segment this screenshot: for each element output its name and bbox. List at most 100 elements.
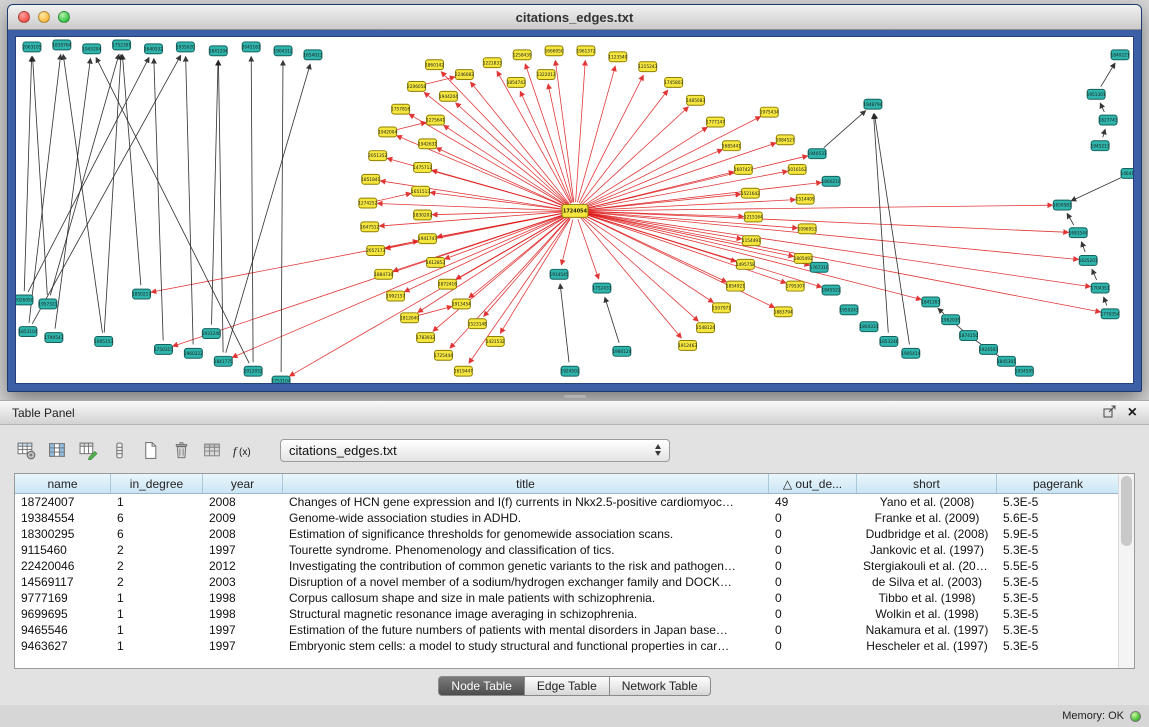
graph-node[interactable]: 1123540: [608, 52, 627, 62]
graph-node[interactable]: 1096953: [798, 224, 817, 234]
graph-node[interactable]: 1841204: [209, 46, 228, 56]
scrollbar-thumb[interactable]: [1121, 476, 1132, 546]
table-row[interactable]: 977716911998Corpus callosum shape and si…: [15, 590, 1119, 606]
table-row[interactable]: 1830029562008Estimation of significance …: [15, 526, 1119, 542]
function-builder-icon[interactable]: f(x): [231, 438, 255, 462]
graph-node[interactable]: 2012052: [244, 366, 263, 376]
graph-node[interactable]: 1884730: [374, 269, 393, 279]
graph-node[interactable]: 2057173: [366, 246, 385, 256]
column-header-out-de[interactable]: △ out_de...: [769, 474, 857, 493]
graph-node[interactable]: 1841775: [214, 356, 233, 366]
create-column-icon[interactable]: [138, 438, 162, 462]
import-table-icon[interactable]: [200, 438, 224, 462]
graph-node[interactable]: 1666950: [545, 46, 564, 56]
graph-node[interactable]: 1941747: [418, 234, 437, 244]
graph-node[interactable]: 1934505: [1015, 366, 1034, 376]
graph-node[interactable]: 1950243: [840, 305, 859, 315]
graph-node[interactable]: 1853246: [879, 337, 898, 347]
graph-node[interactable]: 1960222: [184, 348, 203, 358]
graph-node[interactable]: 1640532: [144, 44, 163, 54]
graph-node[interactable]: 1931246: [202, 329, 221, 339]
graph-node[interactable]: 1945204: [82, 44, 101, 54]
graph-node[interactable]: 1850217: [132, 289, 151, 299]
graph-node[interactable]: 1625201: [1079, 255, 1098, 265]
graph-node[interactable]: 1790543: [44, 333, 63, 343]
graph-node[interactable]: 1770354: [1101, 309, 1120, 319]
table-row[interactable]: 1456911722003Disruption of a novel membe…: [15, 574, 1119, 590]
graph-node[interactable]: 1827743: [1099, 115, 1118, 125]
graph-node[interactable]: 1830202: [413, 210, 432, 220]
graph-node[interactable]: 1767310: [810, 262, 829, 272]
graph-node[interactable]: 1948794: [863, 99, 882, 109]
column-header-name[interactable]: name: [15, 474, 111, 493]
graph-node[interactable]: 1507971: [712, 303, 731, 313]
graph-node[interactable]: 1750315: [154, 344, 173, 354]
column-header-short[interactable]: short: [857, 474, 997, 493]
graph-node[interactable]: 1757816: [391, 104, 410, 114]
graph-node[interactable]: 1872416: [438, 279, 457, 289]
graph-node[interactable]: 1942004: [378, 127, 397, 137]
graph-node[interactable]: 1275641: [426, 115, 445, 125]
show-columns-icon[interactable]: [45, 438, 69, 462]
graph-node[interactable]: 1654023: [303, 50, 322, 60]
graph-node[interactable]: 1016162: [788, 165, 807, 175]
graph-node[interactable]: 1215243: [638, 62, 657, 72]
graph-node[interactable]: 1475712: [413, 163, 432, 173]
graph-node[interactable]: 1854743: [507, 78, 526, 88]
graph-node[interactable]: 1523148: [468, 319, 487, 329]
graph-node[interactable]: 1975434: [760, 107, 779, 117]
graph-node[interactable]: 1845522: [822, 285, 841, 295]
graph-node[interactable]: 1951301: [1087, 89, 1106, 99]
minimize-window-button[interactable]: [38, 11, 50, 23]
graph-node[interactable]: 1851841: [361, 174, 380, 184]
graph-node[interactable]: 1904312: [274, 46, 293, 56]
graph-node[interactable]: 1980124: [612, 346, 631, 356]
graph-node[interactable]: 1421532: [486, 337, 505, 347]
graph-node[interactable]: 1992157: [386, 291, 405, 301]
graph-node[interactable]: 1485083: [686, 95, 705, 105]
graph-node[interactable]: 1853104: [18, 327, 37, 337]
graph-node[interactable]: 1651513: [411, 186, 430, 196]
graph-node[interactable]: 1258439: [513, 50, 532, 60]
graph-node[interactable]: 1914545: [550, 269, 569, 279]
float-panel-icon[interactable]: [1103, 405, 1116, 421]
tab-edge-table[interactable]: Edge Table: [525, 676, 610, 696]
close-panel-icon[interactable]: ×: [1128, 405, 1137, 421]
graph-node[interactable]: 1962035: [941, 315, 960, 325]
graph-node[interactable]: 1752301: [112, 40, 131, 50]
graph-node[interactable]: 1221833: [483, 58, 502, 68]
table-row[interactable]: 946554611997Estimation of the future num…: [15, 622, 1119, 638]
graph-node[interactable]: 1685441: [722, 141, 741, 151]
graph-node[interactable]: 1607427: [734, 165, 753, 175]
column-settings-icon[interactable]: [14, 438, 38, 462]
graph-node[interactable]: 1874150: [959, 331, 978, 341]
graph-node[interactable]: 1940531: [808, 149, 827, 159]
graph-hub-node[interactable]: 1724054: [562, 205, 588, 218]
column-header-in-degree[interactable]: in_degree: [111, 474, 203, 493]
graph-node[interactable]: 1805492: [794, 253, 813, 263]
table-row[interactable]: 946362711997Embryonic stem cells: a mode…: [15, 638, 1119, 654]
graph-node[interactable]: 1322013: [537, 70, 556, 80]
column-header-pagerank[interactable]: pagerank: [997, 474, 1119, 493]
network-table-selector[interactable]: citations_edges.txt: [280, 439, 670, 462]
graph-node[interactable]: 1659581: [1053, 200, 1072, 210]
graph-node[interactable]: 1783932: [416, 333, 435, 343]
pane-split-handle[interactable]: [0, 392, 1149, 400]
graph-node[interactable]: 1905153: [94, 337, 113, 347]
tab-network-table[interactable]: Network Table: [610, 676, 711, 696]
graph-node[interactable]: 1812040: [400, 313, 419, 323]
graph-node[interactable]: 1957321: [38, 299, 57, 309]
graph-node[interactable]: 1912463: [678, 340, 697, 350]
close-window-button[interactable]: [18, 11, 30, 23]
graph-node[interactable]: 1804331: [859, 322, 878, 332]
graph-node[interactable]: 1612853: [426, 257, 445, 267]
graph-node[interactable]: 1725444: [434, 350, 453, 360]
network-canvas[interactable]: 1724054186014222060581757816194200420513…: [15, 36, 1134, 384]
graph-node[interactable]: 1704351: [1091, 283, 1110, 293]
graph-node[interactable]: 1913454: [452, 299, 471, 309]
graph-node[interactable]: 1683544: [1069, 228, 1088, 238]
table-vertical-scrollbar[interactable]: [1118, 474, 1134, 668]
edit-columns-icon[interactable]: [76, 438, 100, 462]
graph-node[interactable]: 1548124: [696, 323, 715, 333]
column-header-title[interactable]: title: [283, 474, 769, 493]
